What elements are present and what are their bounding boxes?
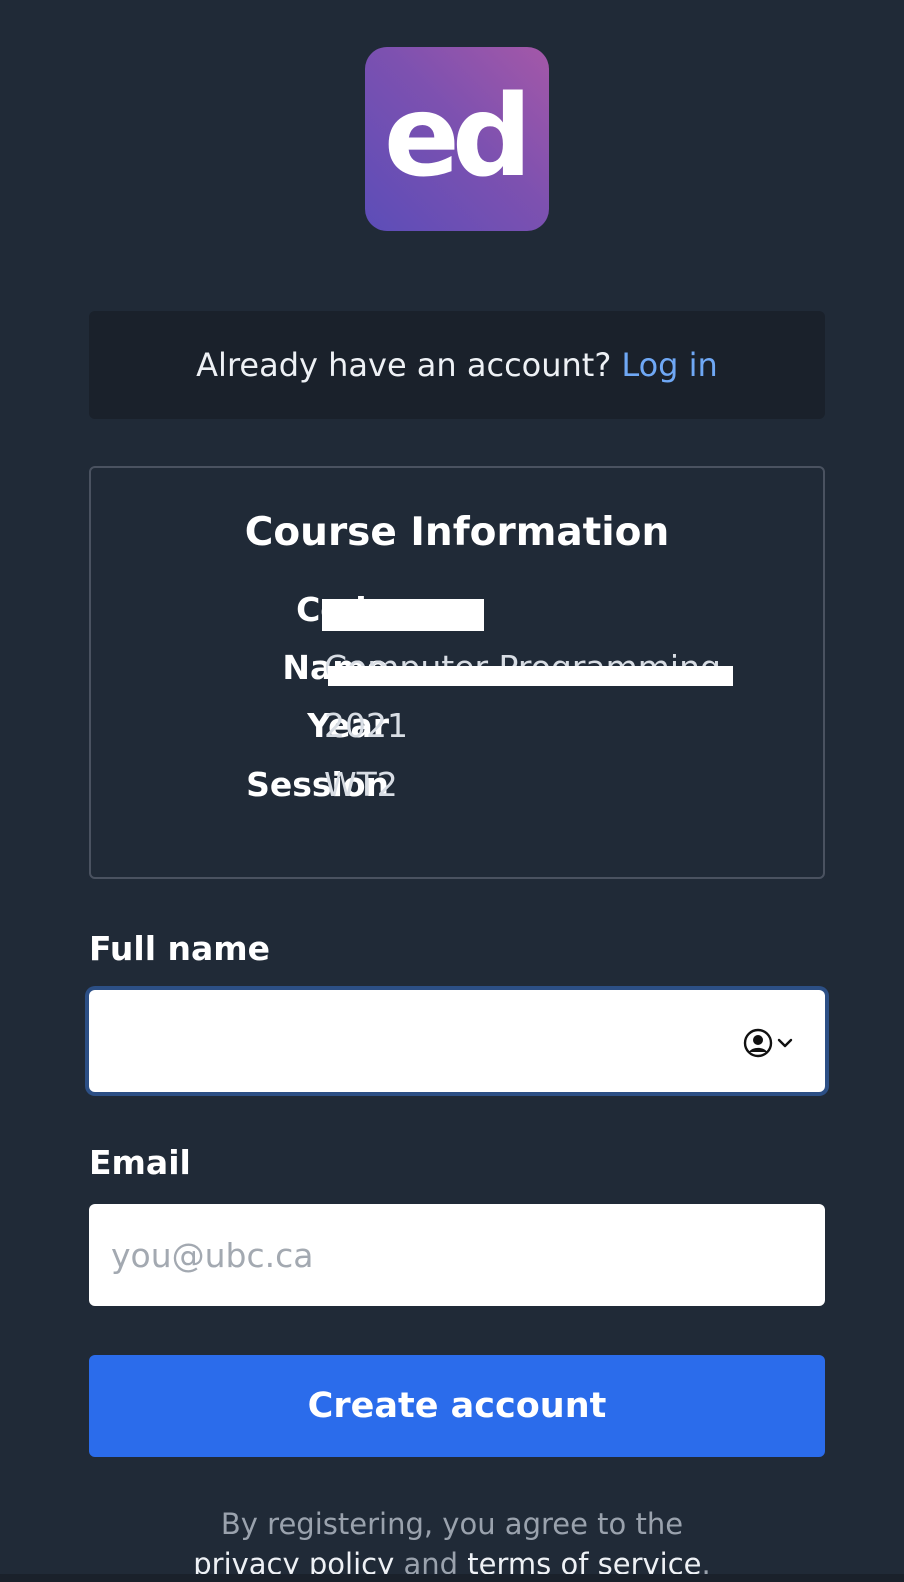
full-name-label: Full name: [89, 929, 271, 968]
login-prompt: Already have an account?: [196, 346, 612, 384]
terms-notice: By registering, you agree to the privacy…: [0, 1504, 904, 1582]
login-banner: Already have an account? Log in: [89, 311, 825, 419]
course-year-value: 2021: [324, 706, 408, 745]
chevron-down-icon: [777, 1038, 793, 1048]
ed-logo: ed: [365, 47, 549, 231]
login-link[interactable]: Log in: [621, 346, 718, 384]
full-name-input[interactable]: [89, 990, 825, 1092]
signup-page: ed Already have an account? Log in Cours…: [0, 0, 904, 1582]
person-circle-icon: [743, 1028, 773, 1058]
terms-line-1: By registering, you agree to the: [220, 1507, 684, 1541]
course-session-row: Session WT2: [91, 765, 823, 809]
bottom-strip: [0, 1574, 904, 1582]
course-information-panel: Course Information Code Name Computer Pr…: [89, 466, 825, 879]
course-name-redaction: [328, 666, 733, 686]
course-year-row: Year 2021: [91, 706, 823, 750]
course-session-value: WT2: [324, 765, 398, 804]
email-input[interactable]: [89, 1204, 825, 1306]
course-information-title: Course Information: [244, 510, 670, 555]
create-account-button[interactable]: Create account: [89, 1355, 825, 1457]
autofill-button[interactable]: [743, 1026, 803, 1060]
logo-text: ed: [383, 72, 532, 202]
email-label: Email: [89, 1143, 191, 1182]
course-code-redaction: [322, 599, 484, 631]
